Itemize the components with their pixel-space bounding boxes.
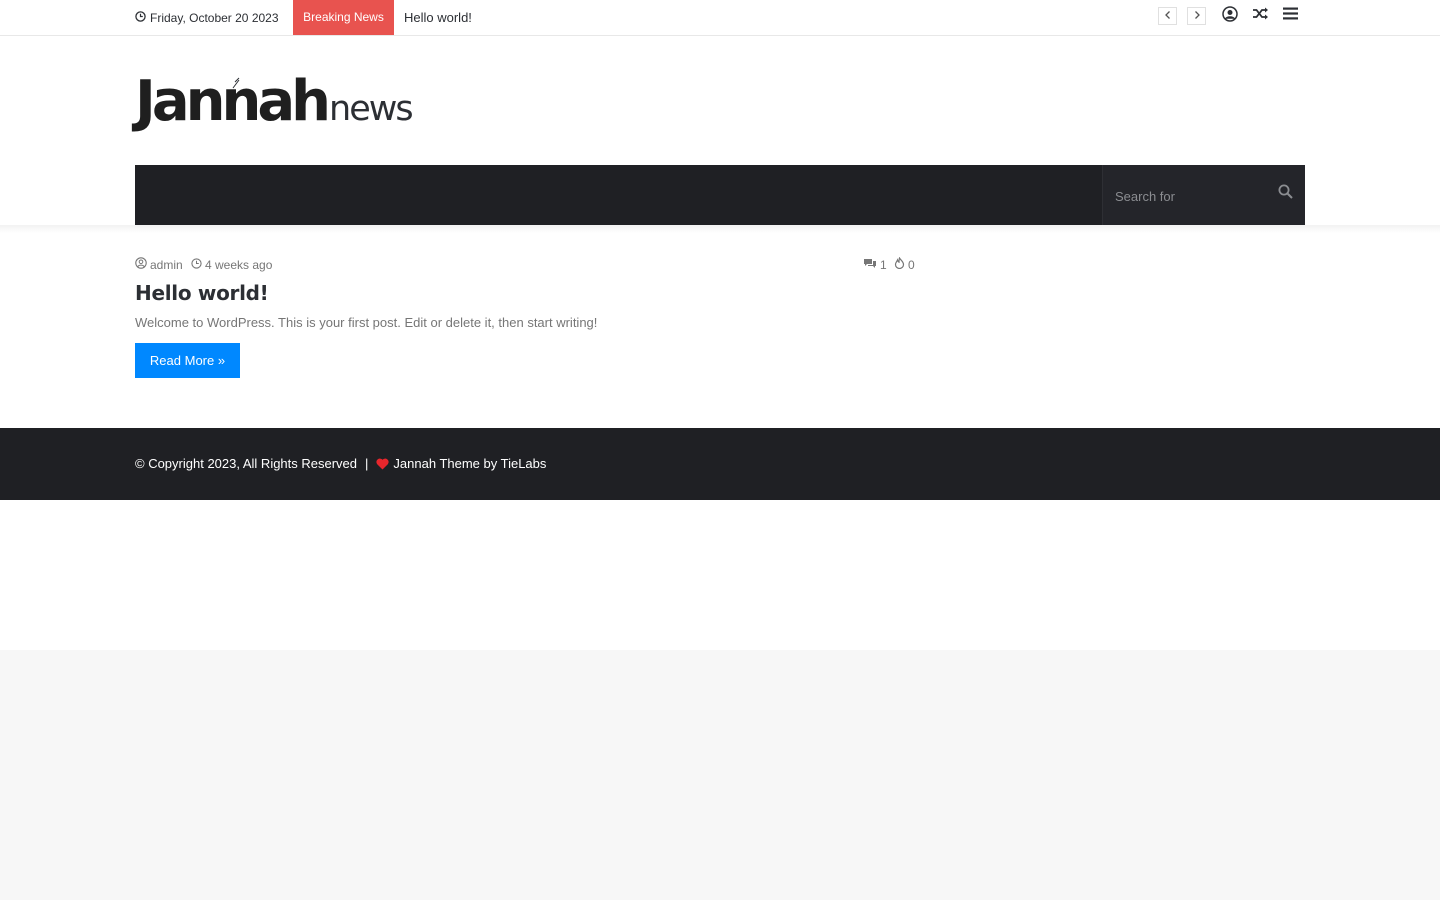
nav-shadow	[0, 225, 1440, 233]
chevron-right-icon	[1193, 7, 1201, 25]
post-author[interactable]: admin	[135, 257, 183, 273]
main-navigation	[135, 165, 1305, 225]
user-circle-icon	[1222, 5, 1238, 27]
post-title[interactable]: Hello world!	[135, 280, 269, 306]
login-button[interactable]	[1221, 5, 1239, 27]
post-date: 4 weeks ago	[191, 257, 272, 273]
search-icon	[1278, 184, 1293, 204]
post-comments[interactable]: 1	[863, 257, 887, 273]
post-excerpt: Welcome to WordPress. This is your first…	[135, 315, 598, 330]
ticker-prev-button[interactable]	[1158, 7, 1177, 25]
comments-icon	[863, 257, 877, 273]
post-date-text: 4 weeks ago	[205, 258, 273, 272]
nav-search	[1102, 165, 1305, 225]
user-icon	[135, 257, 147, 273]
search-button[interactable]	[1277, 184, 1293, 204]
bars-icon	[1282, 7, 1298, 25]
search-input[interactable]	[1113, 179, 1267, 213]
read-more-button[interactable]: Read More »	[135, 343, 240, 378]
sidebar-menu-button[interactable]	[1281, 7, 1299, 25]
fire-icon	[894, 256, 905, 273]
footer-copyright-line: © Copyright 2023, All Rights Reserved | …	[135, 454, 546, 474]
site-logo[interactable]: Jannah news	[135, 68, 414, 130]
footer-separator: |	[365, 456, 369, 471]
chevron-left-icon	[1164, 7, 1172, 25]
logo-mark-icon	[231, 76, 241, 94]
clock-icon	[135, 1, 146, 35]
site-footer: © Copyright 2023, All Rights Reserved | …	[0, 428, 1440, 500]
logo-suffix-text: news	[329, 89, 414, 129]
heart-icon	[376, 458, 390, 470]
breaking-news-item[interactable]: Hello world!	[404, 0, 472, 35]
date-text: Friday, October 20 2023	[150, 10, 279, 25]
clock-icon	[191, 257, 202, 273]
top-bar: Friday, October 20 2023 Breaking News He…	[0, 0, 1440, 36]
post-views: 0	[894, 256, 915, 273]
post-meta: admin 4 weeks ago 1 0	[135, 256, 915, 273]
theme-credit-link[interactable]: Jannah Theme by TieLabs	[393, 454, 546, 474]
ticker-next-button[interactable]	[1187, 7, 1206, 25]
random-article-button[interactable]	[1251, 7, 1269, 25]
comments-count: 1	[880, 258, 887, 272]
views-count: 0	[908, 258, 915, 272]
post-author-name: admin	[150, 258, 183, 272]
copyright-text: © Copyright 2023, All Rights Reserved	[135, 456, 358, 471]
shuffle-icon	[1252, 6, 1269, 26]
current-date: Friday, October 20 2023	[135, 0, 279, 35]
breaking-news-label: Breaking News	[293, 0, 394, 35]
